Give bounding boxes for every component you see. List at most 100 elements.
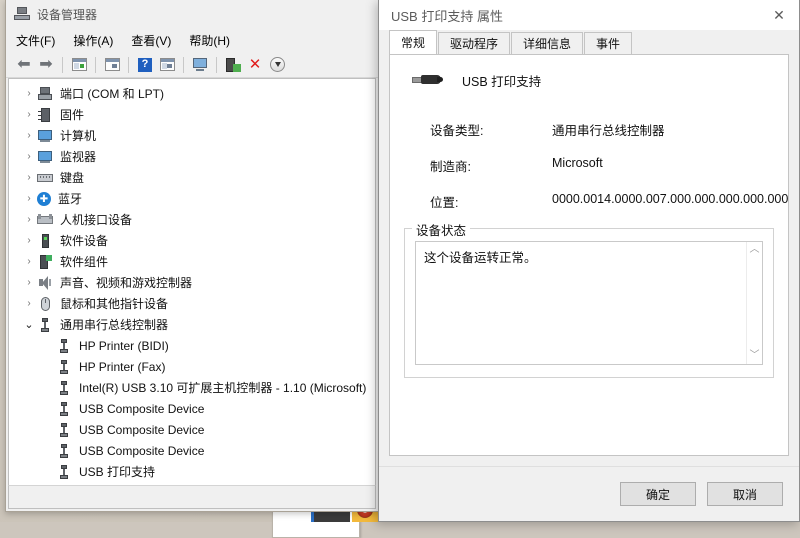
tree-item-usb-controllers[interactable]: ⌄ 通用串行总线控制器 <box>9 314 375 335</box>
tree-item-ports[interactable]: › 端口 (COM 和 LPT) <box>9 83 375 104</box>
scan-hardware-changes-button[interactable] <box>189 55 211 75</box>
view-options-button[interactable] <box>156 55 178 75</box>
expander-collapsed-icon[interactable]: › <box>21 256 37 267</box>
dialog-button-bar: 确定 取消 <box>379 466 799 521</box>
tree-item-label: 监视器 <box>60 150 97 164</box>
tree-item-label: 鼠标和其他指针设备 <box>60 297 169 311</box>
close-icon[interactable]: ✕ <box>759 1 799 30</box>
tree-item-usb-root-hub[interactable]: USB 根集线器(USB 3.0) <box>9 482 375 485</box>
device-tree-panel[interactable]: › 端口 (COM 和 LPT) › 固件 › 计算机 › 监视器 › 键盘 ›… <box>8 78 376 485</box>
expander-expanded-icon[interactable]: ⌄ <box>21 318 37 331</box>
tree-item-label: 软件设备 <box>60 234 109 248</box>
tree-item-label: USB 打印支持 <box>79 465 156 479</box>
ok-button[interactable]: 确定 <box>620 482 696 506</box>
expander-collapsed-icon[interactable]: › <box>21 214 37 225</box>
tree-item-keyboards[interactable]: › 键盘 <box>9 167 375 188</box>
tab-details[interactable]: 详细信息 <box>511 32 584 54</box>
expander-collapsed-icon[interactable]: › <box>21 88 37 99</box>
device-status-fieldset: 这个设备运转正常。 ︿ ﹀ <box>404 228 774 378</box>
tree-item-label: Intel(R) USB 3.10 可扩展主机控制器 - 1.10 (Micro… <box>79 381 367 395</box>
show-hide-console-tree-button[interactable] <box>68 55 90 75</box>
usb-properties-dialog: USB 打印支持 属性 ✕ 常规 驱动程序 详细信息 事件 USB 打印支持 设… <box>378 0 800 522</box>
port-icon <box>37 86 53 102</box>
usb-icon <box>56 359 72 375</box>
toolbar-separator <box>95 56 96 73</box>
usb-icon <box>56 401 72 417</box>
device-manager-title: 设备管理器 <box>37 7 98 22</box>
tab-general[interactable]: 常规 <box>389 30 438 54</box>
properties-button[interactable] <box>101 55 123 75</box>
device-status-scrollbar[interactable]: ︿ ﹀ <box>746 242 762 364</box>
dialog-body: 常规 驱动程序 详细信息 事件 USB 打印支持 设备类型: 通用串行总线控制器 <box>379 30 799 521</box>
property-row-device-type: 设备类型: 通用串行总线控制器 <box>430 120 788 139</box>
firmware-icon <box>37 107 53 123</box>
tab-events[interactable]: 事件 <box>584 32 633 54</box>
back-arrow-icon: ⬅ <box>17 55 31 73</box>
cancel-button[interactable]: 取消 <box>707 482 783 506</box>
property-row-location: 位置: 0000.0014.0000.007.000.000.000.000.0… <box>430 192 788 211</box>
tree-item-firmware[interactable]: › 固件 <box>9 104 375 125</box>
menu-help[interactable]: 帮助(H) <box>189 30 239 51</box>
help-button[interactable]: ? <box>134 55 156 75</box>
tree-item-software-devices[interactable]: › 软件设备 <box>9 230 375 251</box>
tree-item-label: 蓝牙 <box>58 192 83 206</box>
menu-file[interactable]: 文件(F) <box>16 30 64 51</box>
device-manager-window: 设备管理器 文件(F) 操作(A) 查看(V) 帮助(H) ⬅ ➡ ? ✕ › … <box>5 0 379 512</box>
usb-icon <box>56 380 72 396</box>
expander-collapsed-icon[interactable]: › <box>21 193 37 204</box>
tree-item-software-components[interactable]: › 软件组件 <box>9 251 375 272</box>
expander-collapsed-icon[interactable]: › <box>21 298 37 309</box>
usb-icon <box>56 443 72 459</box>
scroll-down-icon[interactable]: ﹀ <box>750 351 760 361</box>
uninstall-device-button[interactable]: ✕ <box>244 55 266 75</box>
property-value: 0000.0014.0000.007.000.000.000.000.000 <box>552 192 789 206</box>
expander-collapsed-icon[interactable]: › <box>21 151 37 162</box>
tree-item-usb-composite-device[interactable]: USB Composite Device <box>9 398 375 419</box>
monitor-icon <box>37 149 53 165</box>
computer-icon <box>37 128 53 144</box>
toolbar-separator <box>128 56 129 73</box>
expander-collapsed-icon[interactable]: › <box>21 109 37 120</box>
expander-collapsed-icon[interactable]: › <box>21 172 37 183</box>
device-status-group: 设备状态 这个设备运转正常。 ︿ ﹀ <box>404 220 774 378</box>
software-component-icon <box>37 254 53 270</box>
tree-item-bluetooth[interactable]: › ✚ 蓝牙 <box>9 188 375 209</box>
tree-item-usb-composite-device[interactable]: USB Composite Device <box>9 419 375 440</box>
tab-driver[interactable]: 驱动程序 <box>438 32 511 54</box>
tree-item-usb-printing-support[interactable]: USB 打印支持 <box>9 461 375 482</box>
device-status-textbox[interactable]: 这个设备运转正常。 ︿ ﹀ <box>415 241 763 365</box>
expander-collapsed-icon[interactable]: › <box>21 235 37 246</box>
tree-item-hp-printer-bidi[interactable]: HP Printer (BIDI) <box>9 335 375 356</box>
forward-button[interactable]: ➡ <box>35 55 57 75</box>
tree-item-intel-usb-host-controller[interactable]: Intel(R) USB 3.10 可扩展主机控制器 - 1.10 (Micro… <box>9 377 375 398</box>
mouse-icon <box>37 296 53 312</box>
device-manager-titlebar[interactable]: 设备管理器 <box>6 0 378 28</box>
scroll-up-icon[interactable]: ︿ <box>750 245 760 255</box>
menu-view[interactable]: 查看(V) <box>131 30 180 51</box>
dialog-titlebar[interactable]: USB 打印支持 属性 ✕ <box>379 0 799 30</box>
tree-item-sound-video-game[interactable]: › 声音、视频和游戏控制器 <box>9 272 375 293</box>
expander-collapsed-icon[interactable]: › <box>21 130 37 141</box>
tree-item-hid[interactable]: › 人机接口设备 <box>9 209 375 230</box>
tree-item-hp-printer-fax[interactable]: HP Printer (Fax) <box>9 356 375 377</box>
properties-window-icon <box>104 58 120 71</box>
update-driver-button[interactable] <box>222 55 244 75</box>
tree-item-usb-composite-device[interactable]: USB Composite Device <box>9 440 375 461</box>
tree-item-mice[interactable]: › 鼠标和其他指针设备 <box>9 293 375 314</box>
red-x-icon: ✕ <box>248 56 262 73</box>
usb-icon <box>56 422 72 438</box>
hid-icon <box>37 212 53 228</box>
usb-icon <box>56 464 72 480</box>
tree-item-label: 人机接口设备 <box>60 213 133 227</box>
expander-collapsed-icon[interactable]: › <box>21 277 37 288</box>
forward-arrow-icon: ➡ <box>39 55 53 73</box>
tree-item-monitors[interactable]: › 监视器 <box>9 146 375 167</box>
tree-item-label: 计算机 <box>60 129 97 143</box>
tree-item-computer[interactable]: › 计算机 <box>9 125 375 146</box>
back-button[interactable]: ⬅ <box>13 55 35 75</box>
device-header: USB 打印支持 <box>390 55 788 90</box>
usb-icon <box>37 317 53 333</box>
property-value: Microsoft <box>552 156 603 170</box>
menu-action[interactable]: 操作(A) <box>73 30 122 51</box>
disable-device-button[interactable] <box>266 55 288 75</box>
